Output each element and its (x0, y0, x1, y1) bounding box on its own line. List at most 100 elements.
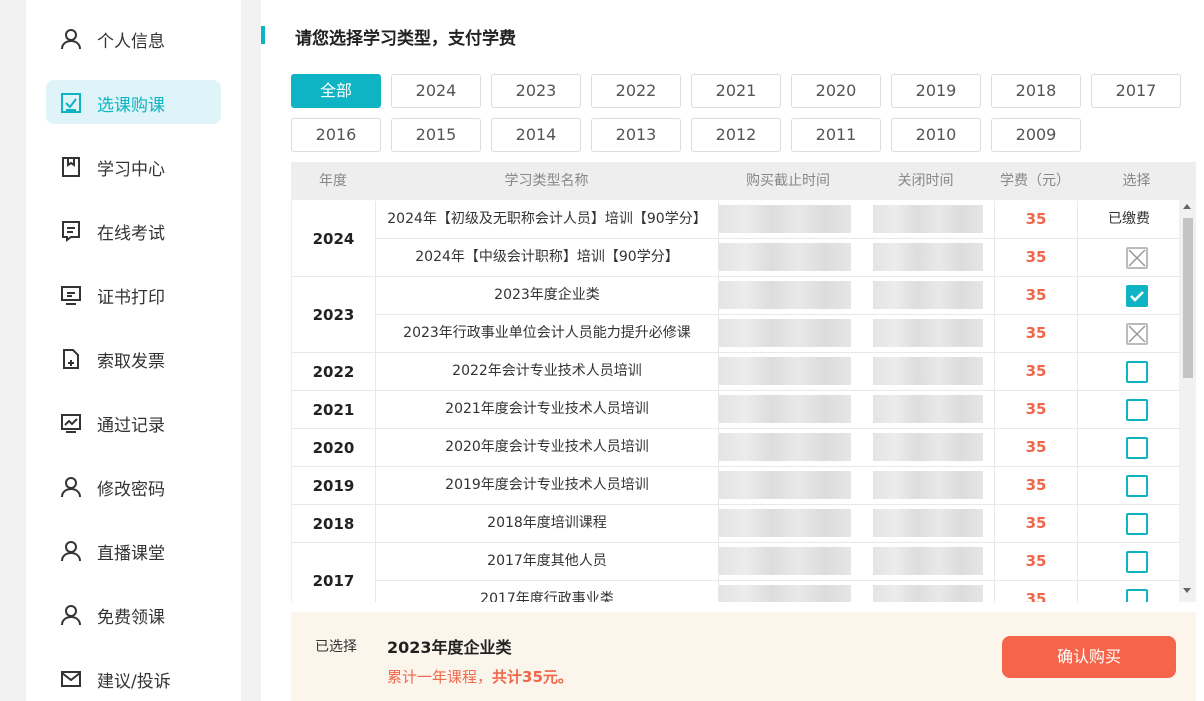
purchase-deadline-redacted (719, 395, 851, 423)
user-icon (60, 476, 82, 498)
title-accent-bar (261, 26, 265, 44)
sidebar-item-6[interactable]: 通过记录 (46, 400, 221, 444)
table-scrollbar[interactable] (1179, 200, 1196, 602)
course-fee: 35 (994, 277, 1078, 314)
table-row[interactable]: 2021年度会计专业技术人员培训 35 (376, 391, 1179, 429)
file-add-icon (60, 348, 82, 370)
year-filter-3[interactable]: 2022 (591, 74, 681, 108)
table-row[interactable]: 2017年度行政事业类 35 (376, 581, 1179, 602)
course-checkbox[interactable] (1126, 589, 1148, 602)
table-row[interactable]: 2024年【初级及无职称会计人员】培训【90学分】 35 已缴费 (376, 201, 1179, 239)
selection-footer: 已选择 2023年度企业类 累计一年课程，共计35元。 确认购买 (291, 612, 1196, 701)
sidebar-item-5[interactable]: 索取发票 (46, 336, 221, 380)
selected-label: 已选择 (315, 639, 357, 655)
sidebar-item-2[interactable]: 学习中心 (46, 144, 221, 188)
user-icon (60, 28, 82, 50)
year-cell: 2021 (292, 391, 376, 429)
purchase-deadline-redacted (719, 357, 851, 385)
summary-prefix: 累计一年课程， (387, 668, 493, 686)
sidebar-item-9[interactable]: 免费领课 (46, 592, 221, 636)
sidebar-item-1[interactable]: 选课购课 (46, 80, 221, 124)
year-filter-12[interactable]: 2013 (591, 118, 681, 152)
purchase-deadline-redacted (719, 471, 851, 499)
selection-summary: 累计一年课程，共计35元。 (387, 666, 573, 687)
course-name: 2021年度会计专业技术人员培训 (376, 391, 719, 428)
table-body: 2024 2024年【初级及无职称会计人员】培训【90学分】 35 已缴费 2024年【… (291, 200, 1179, 602)
sidebar-item-label: 建议/投诉 (97, 672, 171, 692)
table-header-cell: 关闭时间 (897, 173, 954, 189)
check-icon (1130, 291, 1144, 302)
sidebar-item-7[interactable]: 修改密码 (46, 464, 221, 508)
chart-icon (60, 412, 82, 434)
table-row[interactable]: 2019年度会计专业技术人员培训 35 (376, 467, 1179, 505)
table-header-cell: 年度 (319, 173, 347, 189)
sidebar-item-8[interactable]: 直播课堂 (46, 528, 221, 572)
table-header-cell: 购买截止时间 (746, 173, 830, 189)
year-filter-4[interactable]: 2021 (691, 74, 781, 108)
year-filter-15[interactable]: 2010 (891, 118, 981, 152)
year-filter-0[interactable]: 全部 (291, 74, 381, 108)
sidebar-item-0[interactable]: 个人信息 (46, 16, 221, 60)
scroll-down-arrow-icon[interactable] (1183, 588, 1191, 593)
year-filter-11[interactable]: 2014 (491, 118, 581, 152)
year-cell: 2019 (292, 467, 376, 505)
close-time-redacted (873, 243, 983, 271)
year-filter-1[interactable]: 2024 (391, 74, 481, 108)
table-row[interactable]: 2023年行政事业单位会计人员能力提升必修课 35 (376, 315, 1179, 353)
scrollbar-thumb[interactable] (1183, 218, 1193, 378)
scroll-up-arrow-icon[interactable] (1183, 204, 1191, 209)
table-row[interactable]: 2017年度其他人员 35 (376, 543, 1179, 581)
year-cell: 2022 (292, 353, 376, 391)
year-filter-13[interactable]: 2012 (691, 118, 781, 152)
course-fee: 35 (994, 505, 1078, 542)
close-time-redacted (873, 205, 983, 233)
close-time-redacted (873, 281, 983, 309)
year-filter-16[interactable]: 2009 (991, 118, 1081, 152)
year-filter-2[interactable]: 2023 (491, 74, 581, 108)
purchase-deadline-redacted (719, 281, 851, 309)
cross-icon (1128, 325, 1146, 343)
year-filter-8[interactable]: 2017 (1091, 74, 1181, 108)
course-checkbox[interactable] (1126, 551, 1148, 573)
table-header-cell: 选择 (1122, 173, 1151, 189)
close-time-redacted (873, 319, 983, 347)
close-time-redacted (873, 357, 983, 385)
course-checkbox[interactable] (1126, 513, 1148, 535)
summary-total: 共计35元。 (492, 668, 573, 686)
table-row[interactable]: 2024年【中级会计职称】培训【90学分】 35 (376, 239, 1179, 277)
sidebar-item-label: 索取发票 (97, 352, 165, 372)
course-fee: 35 (994, 391, 1078, 428)
year-filter-9[interactable]: 2016 (291, 118, 381, 152)
course-checkbox[interactable] (1126, 361, 1148, 383)
course-checkbox[interactable] (1126, 475, 1148, 497)
sidebar-item-label: 修改密码 (97, 480, 165, 500)
table-row[interactable]: 2023年度企业类 35 (376, 277, 1179, 315)
year-filter-10[interactable]: 2015 (391, 118, 481, 152)
table-row[interactable]: 2020年度会计专业技术人员培训 35 (376, 429, 1179, 467)
sidebar-item-4[interactable]: 证书打印 (46, 272, 221, 316)
course-checkbox[interactable] (1126, 437, 1148, 459)
sidebar-item-label: 证书打印 (97, 288, 165, 308)
confirm-purchase-button[interactable]: 确认购买 (1002, 636, 1176, 678)
course-checkbox[interactable] (1126, 399, 1148, 421)
year-filter-7[interactable]: 2018 (991, 74, 1081, 108)
year-filter-14[interactable]: 2011 (791, 118, 881, 152)
table-row[interactable]: 2022年会计专业技术人员培训 35 (376, 353, 1179, 391)
course-name: 2019年度会计专业技术人员培训 (376, 467, 719, 504)
year-filter-5[interactable]: 2020 (791, 74, 881, 108)
table-row[interactable]: 2018年度培训课程 35 (376, 505, 1179, 543)
sidebar-item-3[interactable]: 在线考试 (46, 208, 221, 252)
sidebar-item-10[interactable]: 建议/投诉 (46, 656, 221, 700)
course-checkbox-checked[interactable] (1126, 285, 1148, 307)
course-name: 2024年【初级及无职称会计人员】培训【90学分】 (376, 201, 719, 238)
sidebar-item-label: 免费领课 (97, 608, 165, 628)
course-fee: 35 (994, 315, 1078, 352)
year-cell: 2017 (292, 543, 376, 602)
year-filter-6[interactable]: 2019 (891, 74, 981, 108)
course-fee: 35 (994, 429, 1078, 466)
close-time-redacted (873, 433, 983, 461)
course-fee: 35 (994, 467, 1078, 504)
sidebar-item-label: 选课购课 (97, 96, 165, 116)
bookmark-icon (60, 156, 82, 178)
year-cell: 2023 (292, 277, 376, 353)
